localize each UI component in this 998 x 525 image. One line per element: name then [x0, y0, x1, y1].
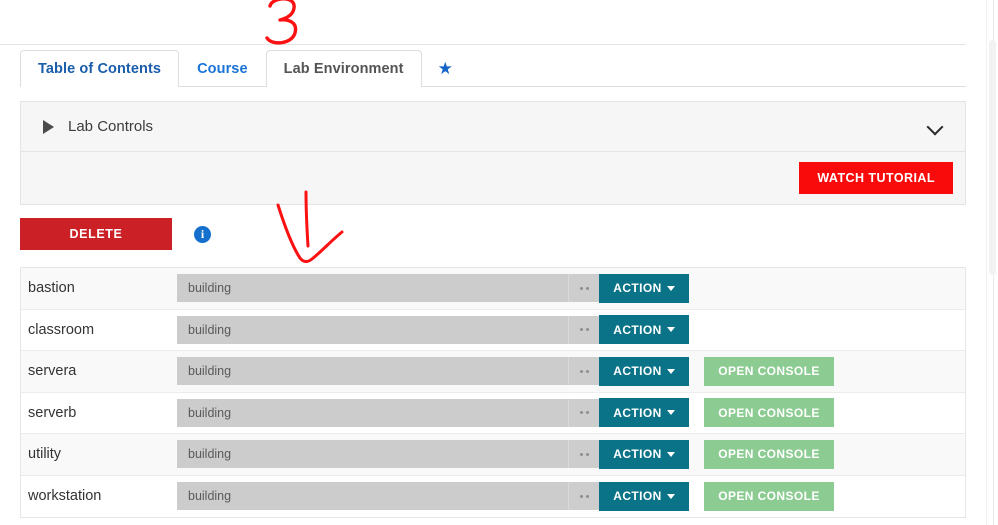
- scrollbar-thumb[interactable]: [989, 40, 996, 275]
- machine-console-cell: OPEN CONSOLE: [704, 439, 849, 469]
- table-row: serverb building ACTION OPEN CONSOLE: [21, 392, 965, 434]
- top-divider: [0, 44, 966, 45]
- machine-status-cell: building: [177, 398, 599, 427]
- tab-lab-environment-label: Lab Environment: [283, 61, 404, 77]
- table-row: classroom building ACTION: [21, 309, 965, 351]
- machine-action-cell: ACTION: [599, 356, 704, 386]
- machine-action-cell: ACTION: [599, 439, 704, 469]
- table-row: bastion building ACTION: [21, 268, 965, 310]
- machine-console-cell: OPEN CONSOLE: [704, 356, 849, 386]
- caret-down-icon: [666, 285, 675, 291]
- loading-dots-icon: [568, 482, 599, 511]
- table-row: workstation building ACTION OPEN CONSOLE: [21, 475, 965, 517]
- action-button[interactable]: ACTION: [599, 273, 689, 303]
- action-button-label: ACTION: [613, 281, 662, 296]
- watch-tutorial-button[interactable]: WATCH TUTORIAL: [799, 162, 953, 194]
- caret-down-icon: [666, 493, 675, 499]
- info-icon[interactable]: i: [194, 225, 211, 243]
- action-button[interactable]: ACTION: [599, 481, 689, 511]
- machine-action-cell: ACTION: [599, 315, 704, 345]
- caret-down-icon: [666, 327, 675, 333]
- loading-dots-icon: [568, 440, 599, 469]
- triangle-right-icon: [43, 119, 54, 134]
- action-button-label: ACTION: [613, 489, 662, 504]
- tab-table-of-contents-label: Table of Contents: [38, 61, 162, 77]
- action-button[interactable]: ACTION: [599, 315, 689, 345]
- action-button-label: ACTION: [613, 364, 662, 379]
- loading-dots-icon: [568, 357, 599, 386]
- lab-controls-body: WATCH TUTORIAL: [21, 152, 965, 204]
- machine-status-cell: building: [177, 315, 599, 344]
- table-row: servera building ACTION OPEN CONSOLE: [21, 351, 965, 393]
- chevron-down-icon[interactable]: [927, 119, 943, 135]
- machine-status-cell: building: [177, 357, 599, 386]
- lab-environment-page: Table of Contents Course Lab Environment…: [0, 0, 998, 525]
- status-progress-bar: building: [177, 357, 568, 386]
- delete-button[interactable]: DELETE: [20, 218, 172, 250]
- open-console-button[interactable]: OPEN CONSOLE: [704, 356, 834, 386]
- open-console-button[interactable]: OPEN CONSOLE: [704, 481, 834, 511]
- machine-console-cell: OPEN CONSOLE: [704, 398, 849, 428]
- loading-dots-icon: [568, 315, 599, 344]
- star-icon[interactable]: ★: [422, 50, 465, 86]
- status-progress-bar: building: [177, 398, 568, 427]
- tab-course[interactable]: Course: [179, 50, 266, 86]
- open-console-button[interactable]: OPEN CONSOLE: [704, 398, 834, 428]
- caret-down-icon: [666, 368, 675, 374]
- action-button[interactable]: ACTION: [599, 439, 689, 469]
- lab-controls-title: Lab Controls: [68, 118, 154, 135]
- status-progress-bar: building: [177, 440, 568, 469]
- tab-table-of-contents[interactable]: Table of Contents: [20, 50, 180, 87]
- machine-action-cell: ACTION: [599, 273, 704, 303]
- status-progress-bar: building: [177, 482, 568, 511]
- annotation-step-number: [265, 0, 298, 45]
- machine-name: utility: [28, 446, 62, 463]
- status-progress-bar: building: [177, 315, 568, 344]
- star-glyph: ★: [437, 58, 453, 78]
- action-button-label: ACTION: [613, 322, 662, 337]
- machine-status-cell: building: [177, 440, 599, 469]
- lab-action-toolbar: DELETE i: [20, 218, 966, 250]
- machine-name: serverb: [28, 404, 77, 421]
- caret-down-icon: [666, 451, 675, 457]
- caret-down-icon: [666, 410, 675, 416]
- table-row: utility building ACTION OPEN CONSOLE: [21, 434, 965, 476]
- machine-action-cell: ACTION: [599, 398, 704, 428]
- machine-status-cell: building: [177, 482, 599, 511]
- tab-course-label: Course: [197, 60, 248, 77]
- action-button-label: ACTION: [613, 405, 662, 420]
- machine-name: bastion: [28, 280, 75, 297]
- action-button[interactable]: ACTION: [599, 356, 689, 386]
- machines-table: bastion building ACTION classroom buildi…: [20, 267, 966, 518]
- machine-name: servera: [28, 363, 77, 380]
- tab-lab-environment[interactable]: Lab Environment: [265, 50, 422, 87]
- lab-controls-panel: Lab Controls WATCH TUTORIAL: [20, 101, 966, 205]
- machine-name: classroom: [28, 321, 95, 338]
- action-button-label: ACTION: [613, 447, 662, 462]
- loading-dots-icon: [568, 274, 599, 303]
- machine-action-cell: ACTION: [599, 481, 704, 511]
- loading-dots-icon: [568, 398, 599, 427]
- status-progress-bar: building: [177, 274, 568, 303]
- action-button[interactable]: ACTION: [599, 398, 689, 428]
- page-scrollbar[interactable]: [986, 0, 998, 525]
- lab-controls-header[interactable]: Lab Controls: [21, 102, 965, 152]
- tab-bar: Table of Contents Course Lab Environment…: [20, 50, 966, 87]
- machine-console-cell: OPEN CONSOLE: [704, 481, 849, 511]
- open-console-button[interactable]: OPEN CONSOLE: [704, 439, 834, 469]
- machine-name: workstation: [28, 488, 102, 505]
- machine-status-cell: building: [177, 274, 599, 303]
